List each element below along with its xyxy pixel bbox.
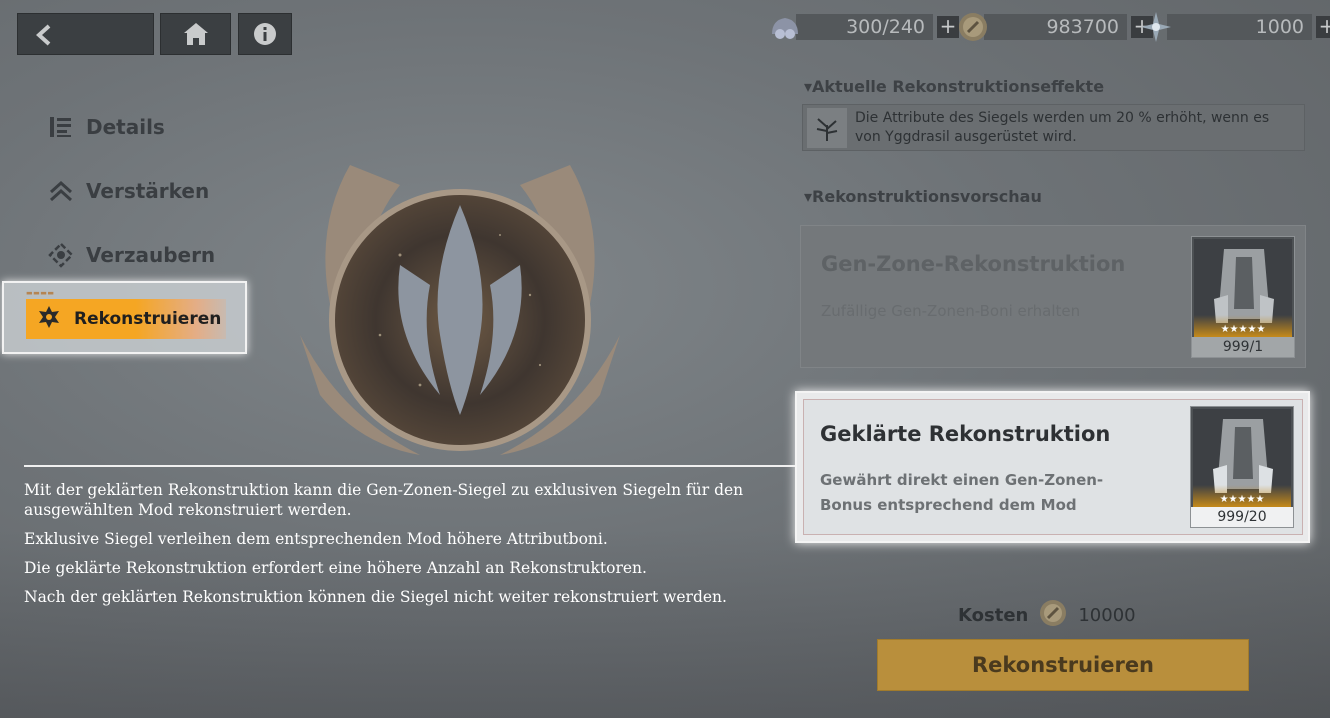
menu-item-verstaerken[interactable]: Verstärken — [48, 178, 209, 204]
energy-icon — [768, 10, 802, 44]
crystal-icon — [1139, 10, 1173, 44]
option-title: Gen-Zone-Rekonstruktion — [821, 252, 1126, 276]
crystal-resource: 1000 + — [1139, 12, 1330, 42]
rarity-stars: ★★★★★ — [1220, 324, 1266, 335]
back-arrow-icon — [34, 24, 56, 46]
menu-item-label: Rekonstruieren — [74, 309, 222, 329]
gen-zone-reconstruction-option[interactable]: Gen-Zone-Rekonstruktion Zufällige Gen-Zo… — [800, 225, 1306, 368]
current-effects-heading: ▾Aktuelle Rekonstruktionseffekte — [804, 77, 1105, 96]
back-button[interactable] — [17, 13, 154, 55]
clarified-reconstruction-option[interactable]: Geklärte Rekonstruktion Gewährt direkt e… — [803, 399, 1303, 535]
coin-icon — [1038, 598, 1068, 633]
rarity-stars: ★★★★★ — [1219, 494, 1265, 505]
reconstructor-item: ★★★★★ 999/1 — [1191, 236, 1295, 358]
tutorial-pointer-line — [24, 465, 795, 467]
tutorial-line: Nach der geklärten Rekonstruktion können… — [24, 588, 727, 606]
effect-description: Die Attribute des Siegels werden um 20 %… — [855, 109, 1270, 145]
tutorial-line: Mit der geklärten Rekonstruktion kann di… — [24, 481, 744, 519]
selected-tag-decoration: ▬▬▬▬ — [26, 289, 55, 297]
menu-item-label: Verzaubern — [86, 243, 216, 267]
triangle-down-icon: ▾ — [804, 187, 813, 206]
option-title: Geklärte Rekonstruktion — [820, 422, 1111, 446]
menu-item-label: Verstärken — [86, 179, 210, 203]
add-crystal-button[interactable]: + — [1316, 16, 1330, 38]
tutorial-line: Die geklärte Rekonstruktion erfordert ei… — [24, 559, 647, 577]
menu-item-rekonstruieren[interactable]: Rekonstruieren — [26, 299, 226, 339]
reconstructor-item-image: ★★★★★ — [1194, 239, 1292, 337]
seal-emblem-image — [280, 145, 640, 475]
reconstructor-item-image: ★★★★★ — [1193, 409, 1291, 507]
selected-menu-highlight: ▬▬▬▬ Rekonstruieren — [2, 281, 247, 354]
cost-row: Kosten 10000 — [958, 598, 1136, 633]
coin-value: 983700 — [984, 14, 1127, 40]
item-count: 999/20 — [1191, 507, 1293, 527]
home-button[interactable] — [160, 13, 231, 55]
home-icon — [182, 21, 210, 47]
preview-heading: ▾Rekonstruktionsvorschau — [804, 187, 1042, 206]
tutorial-line: Exklusive Siegel verleihen dem entsprech… — [24, 530, 608, 548]
menu-item-details[interactable]: Details — [48, 114, 165, 140]
reconstruct-icon — [36, 304, 62, 335]
crystal-value: 1000 — [1167, 14, 1312, 40]
current-effect-box: Die Attribute des Siegels werden um 20 %… — [802, 104, 1305, 151]
reconstructor-item: ★★★★★ 999/20 — [1190, 406, 1294, 528]
coin-resource: 983700 + — [956, 12, 1153, 42]
info-icon — [252, 21, 278, 47]
menu-item-verzaubern[interactable]: Verzaubern — [48, 242, 215, 268]
chevron-up-icon — [48, 178, 74, 204]
enchant-icon — [48, 242, 74, 268]
yggdrasil-icon — [807, 107, 847, 148]
energy-resource: 300/240 + — [768, 12, 959, 42]
menu-item-label: Details — [86, 115, 165, 139]
energy-value: 300/240 — [796, 14, 933, 40]
triangle-down-icon: ▾ — [804, 77, 813, 96]
info-button[interactable] — [238, 13, 292, 55]
option-subtitle: Gewährt direkt einen Gen-Zonen-Bonus ent… — [820, 471, 1104, 514]
item-count: 999/1 — [1192, 337, 1294, 357]
reconstruct-button[interactable]: Rekonstruieren — [877, 639, 1249, 691]
cost-value: 10000 — [1078, 605, 1136, 626]
details-icon — [48, 114, 74, 140]
tutorial-text: Mit der geklärten Rekonstruktion kann di… — [24, 480, 784, 616]
coin-icon — [956, 10, 990, 44]
option-subtitle: Zufällige Gen-Zonen-Boni erhalten — [821, 302, 1081, 320]
cost-label: Kosten — [958, 605, 1029, 626]
